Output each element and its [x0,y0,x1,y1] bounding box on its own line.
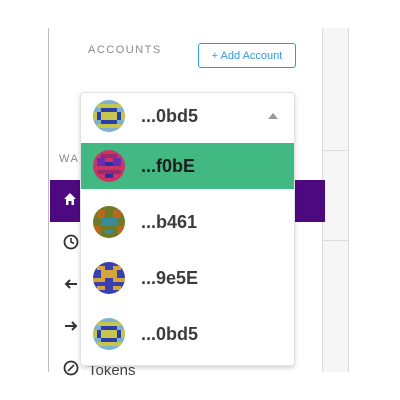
account-address: ...0bd5 [141,323,199,344]
account-address: ...f0bE [141,155,196,176]
account-address: ...9e5E [141,267,199,288]
sidebar-border [48,28,49,372]
avatar [93,206,125,238]
arrow-left-icon[interactable] [63,276,79,292]
account-option[interactable]: ...9e5E [81,255,294,301]
selected-account-address: ...0bd5 [141,105,199,126]
main-panel-divider [322,240,349,241]
avatar [93,318,125,350]
tokens-icon[interactable] [63,360,79,376]
avatar [93,100,125,132]
account-option[interactable]: ...b461 [81,199,294,245]
account-option[interactable]: ...f0bE [81,143,294,189]
wallet-section-label: WA [59,153,80,165]
caret-up-icon[interactable] [268,113,278,119]
home-icon [64,193,76,205]
account-selector[interactable]: ...0bd5 [81,93,294,139]
avatar [93,150,125,182]
account-option[interactable]: ...0bd5 [81,311,294,357]
account-dropdown[interactable]: ...0bd5 ...f0bE ...b461 ...9e5E ...0bd5 [80,92,295,366]
main-panel-edge [322,28,349,372]
clock-icon[interactable] [63,234,79,250]
arrow-right-icon[interactable] [63,318,79,334]
account-address: ...b461 [141,211,198,232]
add-account-button[interactable]: + Add Account [198,43,296,68]
avatar [93,262,125,294]
accounts-section-label: ACCOUNTS [88,44,162,56]
main-panel-divider [322,150,349,151]
